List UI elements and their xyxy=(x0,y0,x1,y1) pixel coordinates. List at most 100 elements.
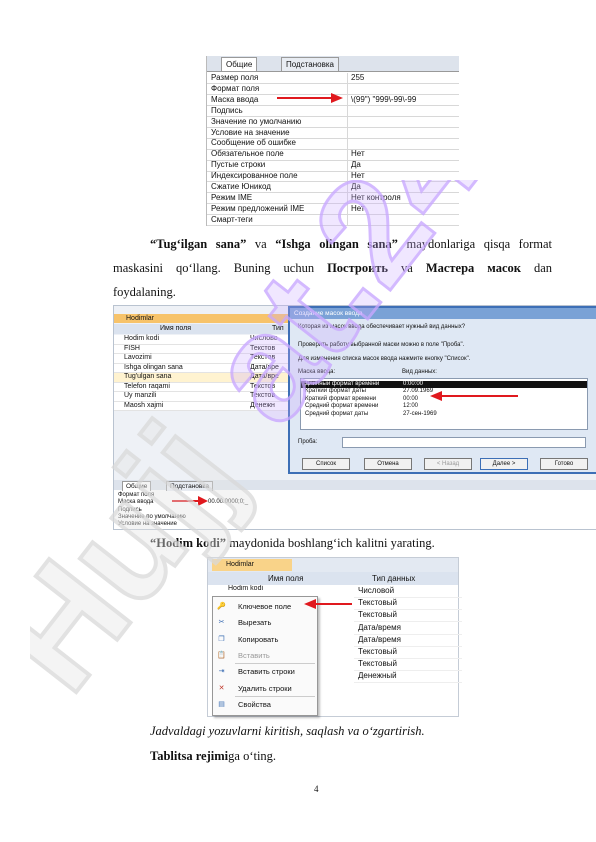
red-arrow-icon xyxy=(277,93,343,103)
type-cell[interactable]: Текстовый xyxy=(354,609,462,623)
type-cell[interactable]: Текстовый xyxy=(354,646,462,659)
menu-item[interactable]: ▤ Свойства xyxy=(213,697,317,712)
text: maydonida boshlang‘ich kalitni yarating. xyxy=(229,536,435,550)
type-cell[interactable]: Числовой xyxy=(354,585,462,598)
menu-item-label: Вставить xyxy=(238,650,270,660)
menu-item[interactable]: 📋 Вставить xyxy=(213,648,317,663)
mask-list[interactable]: Длинный формат времени 0:00:00 Краткий фор… xyxy=(300,378,588,430)
back-button[interactable]: < Назад xyxy=(424,458,472,470)
property-value[interactable] xyxy=(347,127,459,138)
column-header-name: Имя поля xyxy=(160,325,191,332)
field-row[interactable]: Ishga olingan sana Дата/вре xyxy=(114,363,298,373)
mask-option[interactable]: Длинный формат времени 0:00:00 xyxy=(301,381,587,388)
menu-item[interactable]: ✕ Удалить строки xyxy=(213,681,317,696)
property-row: Подпись xyxy=(207,105,459,118)
property-value[interactable]: 00.00.0000;0;_ xyxy=(208,499,248,506)
scissors-icon: ✂ xyxy=(218,619,225,627)
field-name: FISH xyxy=(124,344,140,352)
property-name: Условие на значение xyxy=(118,521,177,528)
tab-general[interactable]: Общие xyxy=(221,57,258,71)
property-value[interactable]: 255 xyxy=(347,73,459,84)
next-button[interactable]: Далее > xyxy=(480,458,528,470)
type-cell[interactable]: Текстовый xyxy=(354,597,462,611)
text: va xyxy=(254,237,267,251)
property-row: Значение по умолчанию xyxy=(118,514,186,521)
paragraph-2: “Hodim kodi” maydonida boshlang‘ich kali… xyxy=(150,532,435,554)
property-row: Пустые строки Да xyxy=(207,160,459,172)
property-name: Маска ввода xyxy=(118,499,154,506)
paragraph-line-2: maskasini qo‘llang. Buning uchun Построи… xyxy=(113,257,552,279)
proba-input[interactable] xyxy=(342,437,586,448)
property-value[interactable] xyxy=(347,83,459,95)
tab-lookup[interactable]: Подстановка xyxy=(166,481,213,491)
type-cell[interactable]: Текстовый xyxy=(354,658,462,672)
first-field-name[interactable]: Hodim kodi xyxy=(228,585,263,594)
field-properties-panel: Общие Подстановка Размер поля 255 Формат п… xyxy=(206,56,459,227)
field-row[interactable]: Uy manzili Текстов xyxy=(114,392,298,402)
field-row[interactable]: Lavozimi Текстов xyxy=(114,354,298,364)
mask-view: 0:00:00 xyxy=(403,381,424,387)
property-value[interactable]: Нет xyxy=(347,171,459,182)
tab-general[interactable]: Общие xyxy=(122,481,152,491)
bold-text: “Tug‘ilgan sana” xyxy=(150,237,247,251)
paragraph-3: Tablitsa rejimiga o‘ting. xyxy=(150,745,276,767)
table-tab[interactable]: Hodimlar xyxy=(212,559,292,571)
type-cell[interactable]: Дата/время xyxy=(354,622,462,635)
menu-item-label: Копировать xyxy=(238,634,279,644)
property-name: Режим IME xyxy=(211,192,253,202)
property-value[interactable] xyxy=(347,116,459,127)
field-row[interactable]: Tug'ulgan sana Дата/вре xyxy=(114,373,298,383)
mask-name: Краткий формат времени xyxy=(305,395,377,402)
field-row[interactable]: Maosh xajmi Денежн xyxy=(114,401,298,411)
property-value[interactable] xyxy=(347,105,459,117)
list-button[interactable]: Список xyxy=(302,458,350,470)
cancel-button[interactable]: Отмена xyxy=(364,458,412,470)
property-row: Обязательное поле Нет xyxy=(207,149,459,161)
bold-text: “Ishga olingan sana” xyxy=(275,237,398,251)
red-arrow-icon xyxy=(430,391,518,401)
property-name: Режим предложений IME xyxy=(211,203,305,213)
mask-view: 12:00 xyxy=(403,403,419,410)
finish-button[interactable]: Готово xyxy=(540,458,588,470)
property-value[interactable]: Нет xyxy=(347,203,459,215)
mask-view: 27.09.1969 xyxy=(403,388,434,395)
dialog-question: Которая из масок ввода обеспечивает нужн… xyxy=(298,324,466,330)
column-header-type: Тип xyxy=(272,325,284,332)
menu-item[interactable]: ⇥ Вставить строки xyxy=(213,664,317,679)
property-value[interactable]: Да xyxy=(347,182,459,193)
menu-item[interactable]: 🔑 Ключевое поле xyxy=(213,599,317,614)
property-value[interactable] xyxy=(347,214,459,226)
bold-text: “Hodim kodi” xyxy=(150,536,227,550)
menu-item[interactable]: ❐ Копировать xyxy=(213,632,317,647)
property-value[interactable]: Нет xyxy=(347,149,459,160)
property-row: Смарт-теги xyxy=(207,214,459,227)
copy-icon: ❐ xyxy=(218,635,225,643)
property-name: Сообщение об ошибке xyxy=(211,138,296,148)
mask-option[interactable]: Средний формат времени 12:00 xyxy=(301,403,587,410)
property-value[interactable]: Да xyxy=(347,160,459,171)
table-tab[interactable]: Hodimlar xyxy=(114,314,298,323)
property-value[interactable]: \(99") "999\-99\-99 xyxy=(347,94,459,106)
field-row[interactable]: Hodim kodi Числово xyxy=(114,335,298,345)
property-row: Формат поля xyxy=(118,492,154,499)
text: ga o‘ting. xyxy=(228,749,277,763)
property-row: Условие на значение xyxy=(118,521,177,528)
menu-item[interactable]: ✂ Вырезать xyxy=(213,615,317,630)
property-name: Индексированное поле xyxy=(211,171,298,181)
property-name: Смарт-теги xyxy=(211,214,253,224)
field-row[interactable]: FISH Текстов xyxy=(114,344,298,354)
type-cell[interactable]: Денежный xyxy=(354,670,462,684)
mask-column-label: Маска ввода: xyxy=(298,369,336,375)
text: dan xyxy=(533,261,553,275)
menu-item-label: Ключевое поле xyxy=(238,602,292,611)
property-value[interactable]: Нет контроля xyxy=(347,192,459,204)
property-value[interactable] xyxy=(347,138,459,149)
type-cell[interactable]: Дата/время xyxy=(354,634,462,647)
property-row: Значение по умолчанию xyxy=(207,116,459,128)
proba-label: Проба: xyxy=(298,439,318,445)
field-row[interactable]: Telefon raqami Текстов xyxy=(114,382,298,392)
field-name: Lavozimi xyxy=(124,354,152,361)
tab-lookup[interactable]: Подстановка xyxy=(281,57,339,71)
mask-option[interactable]: Средний формат даты 27-сен-1969 xyxy=(301,411,587,418)
input-mask-screenshot: Hodimlar Имя поля Тип Hodim kodi Числово F… xyxy=(113,305,596,530)
